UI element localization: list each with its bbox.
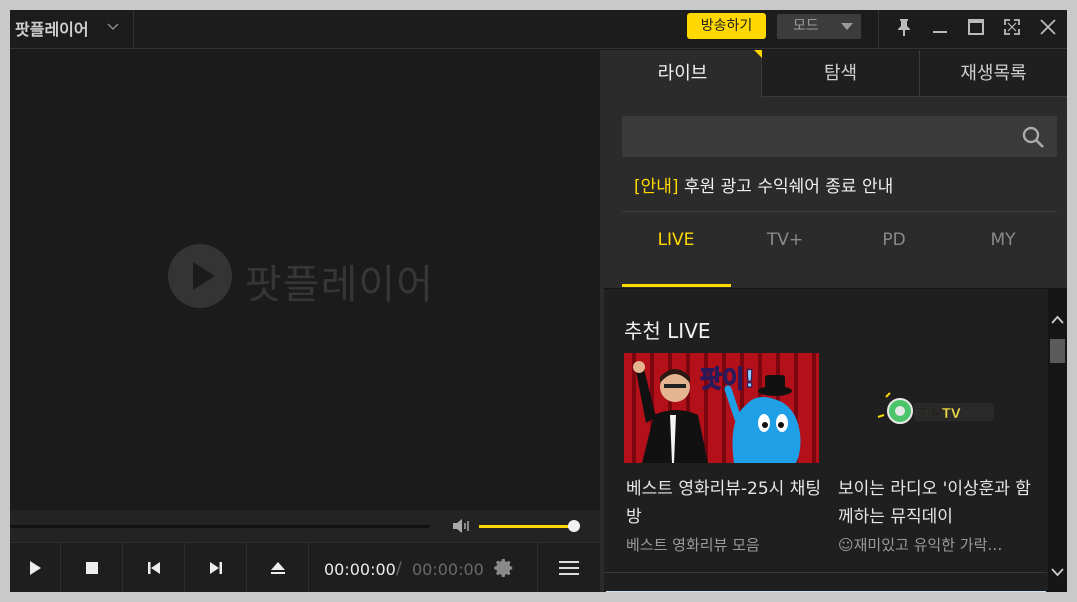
mode-dropdown[interactable]: 모드 — [777, 14, 861, 39]
notice-text: 후원 광고 수익쉐어 종료 안내 — [683, 177, 894, 197]
stop-icon — [85, 562, 98, 574]
chevron-down-icon[interactable] — [1050, 565, 1065, 579]
thumbnail-text: 팟이! — [700, 365, 755, 393]
subtab-live[interactable]: LIVE — [622, 230, 730, 250]
card-title[interactable]: 보이는 라디오 '이상훈과 함께하는 뮤직데이 — [838, 475, 1036, 531]
caret-down-icon — [841, 23, 853, 30]
tab-marker — [754, 50, 762, 58]
title-bar: 팟플레이어 방송하기 모드 — [10, 10, 1067, 49]
subtab-tvplus[interactable]: TV+ — [731, 230, 839, 250]
minimize-icon[interactable] — [929, 16, 951, 38]
skip-back-icon — [147, 562, 160, 574]
potplayer-window: 팟플레이어 방송하기 모드 팟플레이어 00:00:00 / 00:00:00 … — [10, 10, 1067, 592]
logo-text: 팟플레이어 — [245, 262, 434, 308]
search-icon[interactable] — [1021, 125, 1045, 149]
title-separator — [133, 10, 134, 49]
notice[interactable]: [안내] 후원 광고 수익쉐어 종료 안내 — [634, 172, 893, 197]
tab-playlist[interactable]: 재생목록 — [919, 50, 1067, 97]
stop-button[interactable] — [61, 543, 123, 592]
card-subtitle: ☺재미있고 유익한 가락… — [838, 536, 1003, 554]
chevron-up-icon[interactable] — [1050, 313, 1065, 327]
fullscreen-icon[interactable] — [1001, 16, 1023, 38]
panel-tabs: 라이브 탐색 재생목록 — [604, 50, 1067, 97]
control-bar: 00:00:00 / 00:00:00 — [10, 542, 600, 592]
next-button[interactable] — [185, 543, 247, 592]
eject-button[interactable] — [247, 543, 309, 592]
subtab-my[interactable]: MY — [949, 230, 1057, 250]
mode-label: 모드 — [793, 18, 819, 34]
thumbnail[interactable]: 팟이! — [624, 353, 819, 463]
total-time: 00:00:00 — [412, 560, 484, 579]
section-title: 추천 LIVE — [624, 319, 711, 343]
card-subtitle: 베스트 영화리뷰 모음 — [626, 536, 760, 554]
separator — [604, 572, 1047, 573]
close-icon[interactable] — [1037, 16, 1059, 38]
volume-slider[interactable] — [479, 525, 575, 528]
title-separator — [878, 10, 879, 49]
volume-knob[interactable] — [568, 520, 580, 532]
separator — [622, 211, 1057, 212]
tab-explore[interactable]: 탐색 — [761, 50, 919, 97]
card-title[interactable]: 베스트 영화리뷰-25시 채팅방 — [626, 475, 824, 531]
play-icon — [30, 561, 41, 575]
pin-icon[interactable] — [893, 16, 915, 38]
seekbar-area — [10, 510, 600, 542]
app-title[interactable]: 팟플레이어 — [15, 16, 89, 40]
menu-button[interactable] — [537, 543, 600, 592]
hamburger-icon — [559, 561, 579, 575]
volume-fill — [479, 525, 570, 528]
chevron-down-icon[interactable] — [106, 19, 120, 33]
search-input[interactable] — [622, 116, 1057, 157]
gear-icon[interactable] — [493, 557, 515, 579]
play-logo-icon — [168, 244, 232, 308]
skip-forward-icon — [209, 562, 222, 574]
list-item[interactable] — [606, 591, 1046, 592]
seek-bar[interactable] — [10, 525, 430, 528]
player-area: 팟플레이어 00:00:00 / 00:00:00 — [10, 50, 600, 592]
thumbnail[interactable]: 가락TV — [836, 353, 1031, 463]
thumbnail-text: 가락TV — [918, 407, 961, 422]
maximize-icon[interactable] — [965, 16, 987, 38]
scrollbar-thumb[interactable] — [1050, 339, 1065, 363]
subtab-pd[interactable]: PD — [840, 230, 948, 250]
volume-icon[interactable] — [451, 517, 471, 535]
previous-button[interactable] — [123, 543, 185, 592]
eject-icon — [270, 562, 285, 574]
broadcast-button[interactable]: 방송하기 — [687, 13, 766, 39]
scrollbar[interactable] — [1048, 289, 1067, 592]
video-surface[interactable]: 팟플레이어 — [10, 50, 600, 510]
side-panel: 라이브 탐색 재생목록 [안내] 후원 광고 수익쉐어 종료 안내 LIVE T… — [604, 50, 1067, 592]
current-time: 00:00:00 — [324, 560, 396, 579]
tab-live[interactable]: 라이브 — [604, 50, 761, 97]
notice-tag: [안내] — [634, 177, 679, 197]
time-separator: / — [396, 559, 402, 579]
subtab-underline — [622, 284, 731, 287]
play-button[interactable] — [10, 543, 61, 592]
live-list: 추천 LIVE 팟이! 베스트 영화리뷰-25시 채팅방 베스트 영화리뷰 모음… — [604, 288, 1067, 592]
